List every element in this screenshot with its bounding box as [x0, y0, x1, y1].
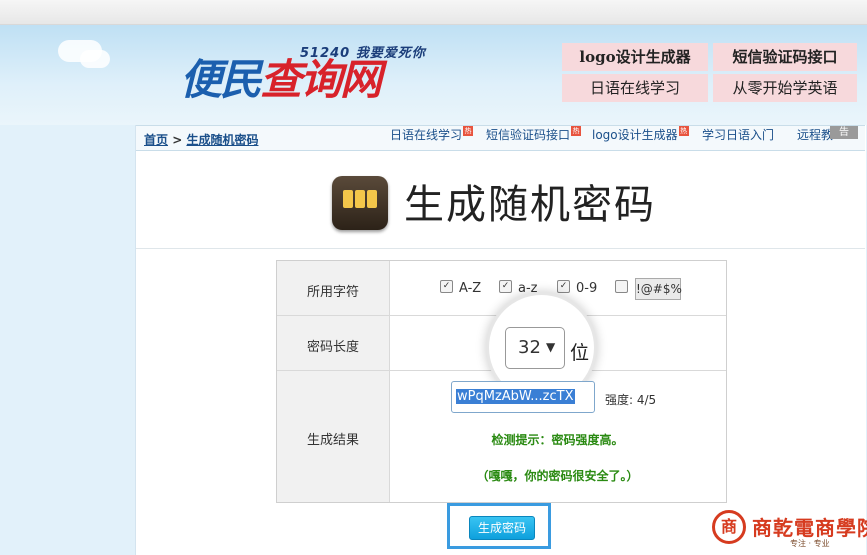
charset-label: 所用字符 [277, 261, 390, 315]
charset-lowercase-label: a-z [518, 281, 538, 296]
sublink-japanese-intro[interactable]: 学习日语入门 [702, 126, 774, 143]
watermark: 商 商乾電商學院 专注 · 专业 [712, 510, 867, 550]
length-unit: 位 [570, 342, 590, 364]
strength-tip: 检测提示：密码强度高。 [491, 433, 624, 447]
hot-badge: 热 [678, 126, 689, 136]
watermark-name: 商乾電商學院 [752, 516, 867, 540]
strength-tip-extra: （嘎嘎，你的密码很安全了。） [476, 469, 639, 483]
logo-tagline: 51240 我要爱死你 [300, 46, 426, 61]
watermark-logo-icon: 商 [712, 510, 746, 544]
slot-machine-icon [332, 176, 388, 230]
watermark-slogan: 专注 · 专业 [790, 539, 830, 548]
page-title: 生成随机密码 [404, 182, 656, 228]
left-side-background [0, 125, 135, 555]
charset-lowercase-checkbox[interactable]: ✓ [499, 280, 512, 293]
topnav-japanese[interactable]: 日语在线学习 [562, 74, 708, 102]
sublink-sms-api[interactable]: 短信验证码接口热 [486, 126, 582, 143]
charset-row: 所用字符 ✓ A-Z ✓ a-z ✓ 0-9 !@#$% [277, 261, 726, 316]
divider [136, 248, 865, 249]
cloud-decoration [80, 50, 110, 68]
sublink-remote[interactable]: 远程教 [797, 126, 833, 143]
length-label: 密码长度 [277, 316, 390, 370]
result-label: 生成结果 [277, 371, 390, 502]
charset-symbols-checkbox[interactable] [615, 280, 628, 293]
sublink-japanese[interactable]: 日语在线学习热 [390, 126, 474, 143]
password-result-text: wPqMzAbW...zcTX [456, 389, 575, 404]
hot-badge: 热 [571, 126, 582, 136]
length-select[interactable]: 32 ▼ [505, 327, 565, 369]
hot-badge: 热 [463, 126, 474, 136]
topnav-english[interactable]: 从零开始学英语 [713, 74, 857, 102]
charset-digits-checkbox[interactable]: ✓ [557, 280, 570, 293]
charset-symbols-label: !@#$% [635, 278, 682, 300]
breadcrumb: 首页 > 生成随机密码 [144, 133, 259, 147]
breadcrumb-current-link[interactable]: 生成随机密码 [186, 133, 258, 147]
password-result-field[interactable]: wPqMzAbW...zcTX [451, 381, 595, 413]
length-select-value: 32 [518, 337, 541, 358]
site-logo[interactable]: 便民查询网 51240 我要爱死你 [140, 36, 450, 110]
charset-uppercase-checkbox[interactable]: ✓ [440, 280, 453, 293]
ad-tag: 告 [830, 126, 858, 139]
strength-indicator: 强度: 4/5 [605, 393, 657, 407]
charset-digits-label: 0-9 [576, 281, 598, 296]
sublink-logo-generator[interactable]: logo设计生成器热 [592, 126, 689, 143]
generate-password-button[interactable]: 生成密码 [469, 516, 535, 540]
chevron-down-icon: ▼ [546, 340, 556, 354]
browser-top-strip [0, 0, 867, 25]
charset-uppercase-label: A-Z [459, 281, 482, 296]
topnav-logo-generator[interactable]: logo设计生成器 [562, 43, 708, 71]
breadcrumb-home-link[interactable]: 首页 [144, 133, 168, 147]
topnav-sms-api[interactable]: 短信验证码接口 [713, 43, 857, 71]
